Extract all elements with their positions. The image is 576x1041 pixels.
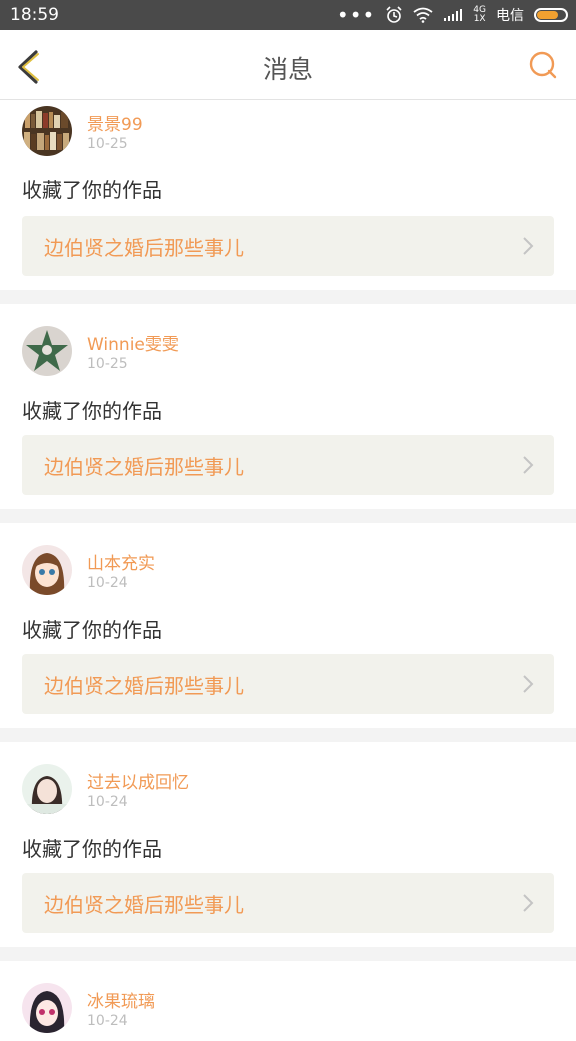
message-item: 景景99 10-25 收藏了你的作品 边伯贤之婚后那些事儿 [0,100,576,290]
message-date: 10-25 [87,356,128,372]
avatar[interactable] [22,106,72,156]
work-link[interactable]: 边伯贤之婚后那些事儿 [22,435,554,495]
avatar[interactable] [22,764,72,814]
message-date: 10-24 [87,575,128,591]
message-item: 过去以成回忆 10-24 收藏了你的作品 边伯贤之婚后那些事儿 [0,742,576,947]
avatar-anime-girl-icon [22,545,72,595]
message-item: Winnie雯雯 10-25 收藏了你的作品 边伯贤之婚后那些事儿 [0,304,576,509]
avatar[interactable] [22,545,72,595]
message-date: 10-25 [87,136,128,152]
work-link[interactable]: 边伯贤之婚后那些事儿 [22,216,554,276]
message-item: 山本充实 10-24 收藏了你的作品 边伯贤之婚后那些事儿 [0,523,576,728]
network-type: 4G 1X [473,5,486,24]
work-title: 边伯贤之婚后那些事儿 [44,893,244,917]
username[interactable]: Winnie雯雯 [87,330,179,355]
status-time: 18:59 [10,5,59,25]
message-item: 冰果琉璃 10-24 [0,961,576,1041]
chevron-right-icon [523,675,534,693]
username[interactable]: 山本充实 [87,549,155,574]
username[interactable]: 景景99 [87,110,143,135]
status-bar: 18:59 ••• 4G 1X 电信 [0,0,576,30]
alarm-icon [386,6,402,23]
message-action: 收藏了你的作品 [22,178,162,202]
avatar[interactable] [22,983,72,1033]
avatar-bookshelf-icon [22,106,72,156]
avatar-photo-girl-icon [22,764,72,814]
message-date: 10-24 [87,1013,128,1029]
work-title: 边伯贤之婚后那些事儿 [44,236,244,260]
username[interactable]: 过去以成回忆 [87,768,189,793]
status-icons: ••• 4G 1X 电信 [337,5,568,25]
message-action: 收藏了你的作品 [22,837,162,861]
search-button[interactable] [528,50,558,80]
work-title: 边伯贤之婚后那些事儿 [44,455,244,479]
username[interactable]: 冰果琉璃 [87,987,155,1012]
battery-icon [534,8,568,22]
avatar[interactable] [22,326,72,376]
message-list: 景景99 10-25 收藏了你的作品 边伯贤之婚后那些事儿 Winnie雯雯 1… [0,100,576,1041]
avatar-star-icon [22,326,72,376]
avatar-anime-icon [22,983,72,1033]
chevron-right-icon [523,237,534,255]
battery-fill [537,11,558,19]
work-title: 边伯贤之婚后那些事儿 [44,674,244,698]
message-date: 10-24 [87,794,128,810]
message-action: 收藏了你的作品 [22,399,162,423]
cell-signal-icon [444,9,463,21]
chevron-right-icon [523,894,534,912]
work-link[interactable]: 边伯贤之婚后那些事儿 [22,873,554,933]
page-title: 消息 [262,55,313,84]
work-link[interactable]: 边伯贤之婚后那些事儿 [22,654,554,714]
wifi-icon [413,7,433,23]
header-bar: 消息 [0,30,576,100]
chevron-right-icon [523,456,534,474]
message-action: 收藏了你的作品 [22,618,162,642]
carrier-label: 电信 [496,8,524,24]
more-dots-icon: ••• [336,3,376,27]
